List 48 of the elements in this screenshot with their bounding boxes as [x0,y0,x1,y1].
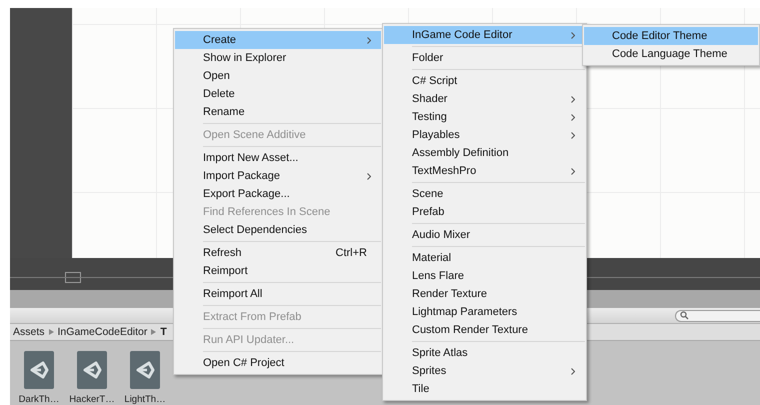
menu-item[interactable]: Audio Mixer [384,226,585,244]
menu-item[interactable]: Reimport All [175,285,381,303]
menu-item[interactable]: Sprite Atlas [384,344,585,362]
menu-item[interactable]: Delete [175,85,381,103]
menu-item[interactable]: Playables [384,126,585,144]
menu-item[interactable]: Show in Explorer [175,49,381,67]
breadcrumb-item[interactable]: T [160,326,167,338]
unity-logo-icon[interactable] [77,351,107,389]
search-icon [680,311,689,320]
menu-item[interactable]: Refresh Ctrl+R [175,244,381,262]
menu-item[interactable]: Select Dependencies [175,221,381,239]
breadcrumb-arrow-icon [151,329,156,335]
menu-item[interactable]: Assembly Definition [384,144,585,162]
menu-item[interactable]: Testing [384,108,585,126]
breadcrumb-item[interactable]: Assets [13,326,45,338]
menu-item[interactable]: Open C# Project [175,354,381,372]
search-field[interactable] [675,310,760,322]
unity-logo-icon[interactable] [130,351,160,389]
rectangle-gizmo-icon [65,272,81,283]
menu-item[interactable]: Create [175,31,381,49]
asset-name: HackerT… [69,394,115,405]
menu-item[interactable]: Reimport [175,262,381,280]
menu-item[interactable]: C# Script [384,72,585,90]
menu-item[interactable]: Lightmap Parameters [384,303,585,321]
menu-item[interactable]: Render Texture [384,285,585,303]
menu-item[interactable]: Sprites [384,362,585,380]
menu-item[interactable]: Import New Asset... [175,149,381,167]
menu-item[interactable]: Code Language Theme [584,45,758,63]
menu-item[interactable]: Prefab [384,203,585,221]
menu-item[interactable]: Tile [384,380,585,398]
menu-item[interactable]: Open [175,67,381,85]
asset-name: LightTh… [124,394,166,405]
breadcrumb-arrow-icon [48,329,54,335]
unity-logo-icon[interactable] [24,351,54,389]
menu-item[interactable]: Import Package [175,167,381,185]
menu-item[interactable]: Rename [175,103,381,121]
menu-item[interactable]: Material [384,249,585,267]
menu-item[interactable]: Export Package... [175,185,381,203]
menu-item[interactable]: Code Editor Theme [584,27,758,45]
menu-item[interactable]: Lens Flare [384,267,585,285]
breadcrumb-item[interactable]: InGameCodeEditor [58,326,148,338]
menu-item[interactable]: Custom Render Texture [384,321,585,339]
asset-name: DarkTh… [18,394,60,405]
menu-item[interactable]: InGame Code Editor [384,26,585,44]
menu-item[interactable]: TextMeshPro [384,162,585,180]
menu-item[interactable]: Shader [384,90,585,108]
menu-item[interactable]: Scene [384,185,585,203]
menu-item[interactable]: Folder [384,49,585,67]
